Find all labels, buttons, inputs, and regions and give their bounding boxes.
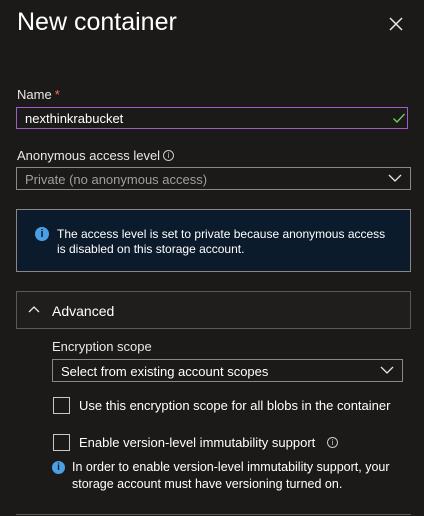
info-icon[interactable]: i bbox=[163, 150, 174, 161]
chevron-up-icon bbox=[28, 306, 40, 313]
name-input[interactable]: nexthinkrabucket bbox=[16, 107, 408, 129]
access-level-label: Anonymous access level bbox=[17, 148, 161, 163]
access-level-dropdown[interactable]: Private (no anonymous access) bbox=[16, 167, 411, 190]
chevron-down-icon bbox=[380, 366, 394, 374]
info-message-text: The access level is set to private becau… bbox=[57, 227, 386, 256]
use-scope-checkbox-label: Use this encryption scope for all blobs … bbox=[79, 398, 391, 413]
access-level-selected: Private (no anonymous access) bbox=[25, 172, 208, 187]
name-label-text: Name bbox=[17, 87, 52, 102]
use-scope-checkbox[interactable] bbox=[53, 397, 70, 414]
valid-check-icon bbox=[393, 113, 406, 124]
encryption-scope-selected: Select from existing account scopes bbox=[61, 364, 269, 379]
info-circle-icon: i bbox=[35, 227, 49, 241]
immutability-checkbox[interactable] bbox=[53, 434, 70, 451]
panel-title: New container bbox=[17, 8, 177, 36]
close-icon[interactable] bbox=[386, 14, 406, 34]
advanced-label: Advanced bbox=[52, 303, 115, 319]
info-circle-icon: i bbox=[52, 461, 65, 474]
name-label: Name * bbox=[17, 87, 60, 102]
divider bbox=[16, 514, 411, 515]
immutability-checkbox-label: Enable version-level immutability suppor… bbox=[79, 435, 316, 450]
encryption-scope-dropdown[interactable]: Select from existing account scopes bbox=[52, 359, 403, 382]
required-mark: * bbox=[54, 87, 60, 102]
immutability-note: In order to enable version-level immutab… bbox=[72, 460, 390, 491]
chevron-down-icon bbox=[388, 174, 402, 182]
encryption-scope-label: Encryption scope bbox=[52, 339, 152, 354]
immutability-info-icon[interactable]: i bbox=[327, 437, 338, 448]
